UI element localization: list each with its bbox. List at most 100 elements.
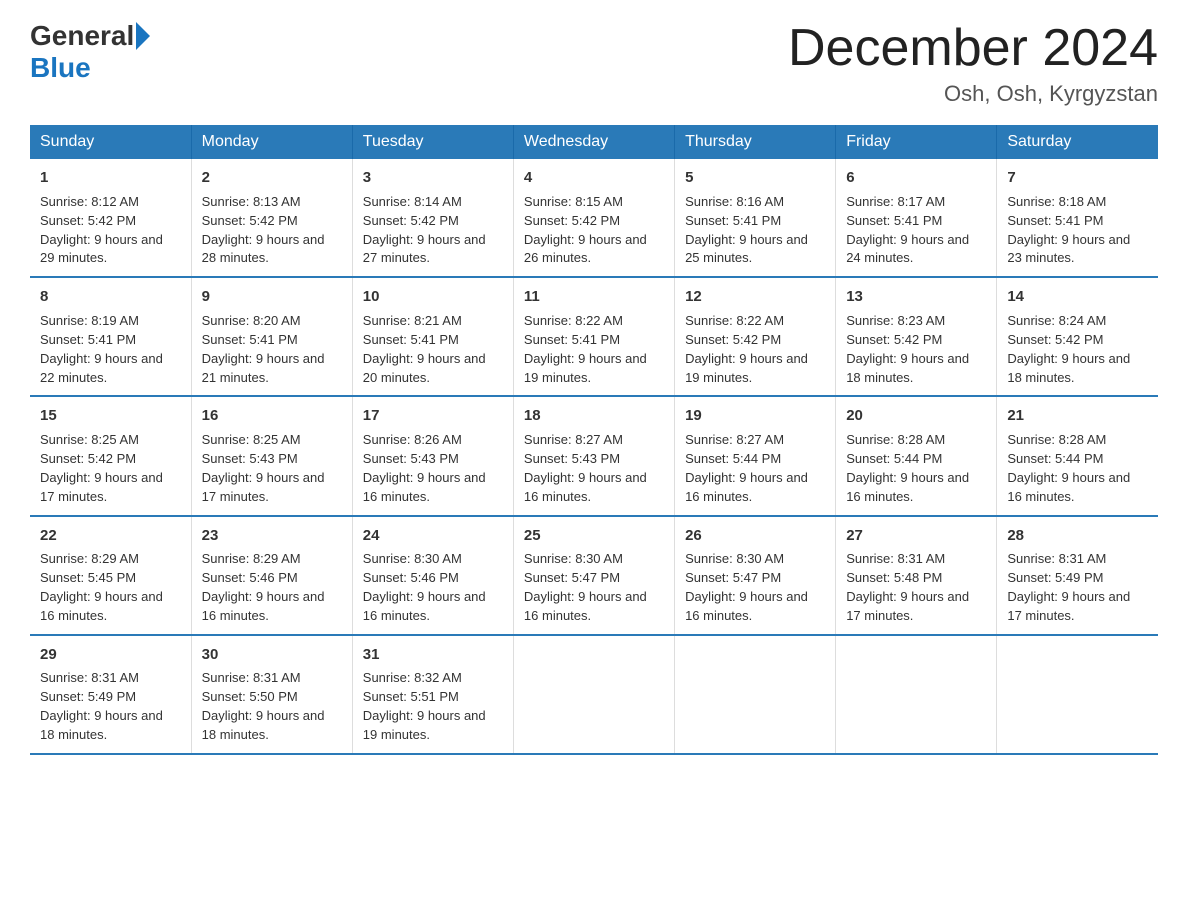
- sunrise-text: Sunrise: 8:22 AM: [524, 313, 623, 328]
- sunrise-text: Sunrise: 8:26 AM: [363, 432, 462, 447]
- col-saturday: Saturday: [997, 125, 1158, 159]
- daylight-text: Daylight: 9 hours and 16 minutes.: [1007, 470, 1130, 504]
- table-row: 14Sunrise: 8:24 AMSunset: 5:42 PMDayligh…: [997, 277, 1158, 396]
- table-row: 19Sunrise: 8:27 AMSunset: 5:44 PMDayligh…: [675, 396, 836, 515]
- table-row: 16Sunrise: 8:25 AMSunset: 5:43 PMDayligh…: [191, 396, 352, 515]
- day-number: 8: [40, 286, 181, 308]
- sunset-text: Sunset: 5:43 PM: [202, 451, 298, 466]
- day-number: 22: [40, 525, 181, 547]
- daylight-text: Daylight: 9 hours and 22 minutes.: [40, 351, 163, 385]
- sunset-text: Sunset: 5:42 PM: [846, 332, 942, 347]
- table-row: 4Sunrise: 8:15 AMSunset: 5:42 PMDaylight…: [513, 159, 674, 277]
- sunset-text: Sunset: 5:46 PM: [202, 570, 298, 585]
- sunrise-text: Sunrise: 8:20 AM: [202, 313, 301, 328]
- calendar-week-row: 8 Sunrise: 8:19 AM Sunset: 5:41 PM Daylight…: [30, 277, 1158, 396]
- daylight-text: Daylight: 9 hours and 18 minutes.: [846, 351, 969, 385]
- sunset-text: Sunset: 5:47 PM: [685, 570, 781, 585]
- sunrise-text: Sunrise: 8:23 AM: [846, 313, 945, 328]
- sunrise-text: Sunrise: 8:22 AM: [685, 313, 784, 328]
- table-row: 6Sunrise: 8:17 AMSunset: 5:41 PMDaylight…: [836, 159, 997, 277]
- calendar-table: Sunday Monday Tuesday Wednesday Thursday…: [30, 125, 1158, 755]
- daylight-text: Daylight: 9 hours and 19 minutes.: [524, 351, 647, 385]
- sunset-text: Sunset: 5:46 PM: [363, 570, 459, 585]
- location-subtitle: Osh, Osh, Kyrgyzstan: [788, 81, 1158, 107]
- sunrise-text: Sunrise: 8:13 AM: [202, 194, 301, 209]
- table-row: 21Sunrise: 8:28 AMSunset: 5:44 PMDayligh…: [997, 396, 1158, 515]
- daylight-text: Daylight: 9 hours and 17 minutes.: [1007, 589, 1130, 623]
- sunrise-text: Sunrise: 8:27 AM: [524, 432, 623, 447]
- calendar-header-row: Sunday Monday Tuesday Wednesday Thursday…: [30, 125, 1158, 159]
- sunrise-text: Sunrise: 8:25 AM: [40, 432, 139, 447]
- table-row: 11Sunrise: 8:22 AMSunset: 5:41 PMDayligh…: [513, 277, 674, 396]
- daylight-text: Daylight: 9 hours and 21 minutes.: [202, 351, 325, 385]
- table-row: 26Sunrise: 8:30 AMSunset: 5:47 PMDayligh…: [675, 516, 836, 635]
- sunset-text: Sunset: 5:42 PM: [40, 451, 136, 466]
- daylight-text: Daylight: 9 hours and 18 minutes.: [202, 708, 325, 742]
- sunset-text: Sunset: 5:41 PM: [846, 213, 942, 228]
- day-number: 13: [846, 286, 986, 308]
- sunset-text: Sunset: 5:51 PM: [363, 689, 459, 704]
- sunrise-text: Sunrise: 8:21 AM: [363, 313, 462, 328]
- table-row: 31 Sunrise: 8:32 AM Sunset: 5:51 PM Dayligh…: [352, 635, 513, 754]
- day-number: 24: [363, 525, 503, 547]
- sunrise-text: Sunrise: 8:12 AM: [40, 194, 139, 209]
- daylight-text: Daylight: 9 hours and 16 minutes.: [524, 589, 647, 623]
- sunrise-text: Sunrise: 8:27 AM: [685, 432, 784, 447]
- table-row: 12Sunrise: 8:22 AMSunset: 5:42 PMDayligh…: [675, 277, 836, 396]
- sunset-text: Sunset: 5:48 PM: [846, 570, 942, 585]
- daylight-text: Daylight: 9 hours and 19 minutes.: [685, 351, 808, 385]
- sunrise-text: Sunrise: 8:31 AM: [202, 670, 301, 685]
- day-number: 2: [202, 167, 342, 189]
- day-number: 23: [202, 525, 342, 547]
- sunrise-text: Sunrise: 8:28 AM: [1007, 432, 1106, 447]
- calendar-week-row: 22 Sunrise: 8:29 AM Sunset: 5:45 PM Dayligh…: [30, 516, 1158, 635]
- daylight-text: Daylight: 9 hours and 16 minutes.: [685, 589, 808, 623]
- sunrise-text: Sunrise: 8:31 AM: [40, 670, 139, 685]
- day-number: 26: [685, 525, 825, 547]
- sunrise-text: Sunrise: 8:24 AM: [1007, 313, 1106, 328]
- daylight-text: Daylight: 9 hours and 16 minutes.: [363, 589, 486, 623]
- daylight-text: Daylight: 9 hours and 23 minutes.: [1007, 232, 1130, 266]
- sunrise-text: Sunrise: 8:17 AM: [846, 194, 945, 209]
- table-row: 8 Sunrise: 8:19 AM Sunset: 5:41 PM Daylight…: [30, 277, 191, 396]
- daylight-text: Daylight: 9 hours and 29 minutes.: [40, 232, 163, 266]
- day-number: 28: [1007, 525, 1148, 547]
- sunset-text: Sunset: 5:41 PM: [202, 332, 298, 347]
- day-number: 6: [846, 167, 986, 189]
- table-row: 15Sunrise: 8:25 AMSunset: 5:42 PMDayligh…: [30, 396, 191, 515]
- calendar-week-row: 1Sunrise: 8:12 AMSunset: 5:42 PMDaylight…: [30, 159, 1158, 277]
- logo-arrow-icon: [136, 22, 150, 50]
- sunset-text: Sunset: 5:41 PM: [40, 332, 136, 347]
- table-row: 10Sunrise: 8:21 AMSunset: 5:41 PMDayligh…: [352, 277, 513, 396]
- sunset-text: Sunset: 5:45 PM: [40, 570, 136, 585]
- table-row: 30Sunrise: 8:31 AMSunset: 5:50 PMDayligh…: [191, 635, 352, 754]
- calendar-week-row: 15Sunrise: 8:25 AMSunset: 5:42 PMDayligh…: [30, 396, 1158, 515]
- sunrise-text: Sunrise: 8:29 AM: [40, 551, 139, 566]
- day-number: 14: [1007, 286, 1148, 308]
- day-number: 4: [524, 167, 664, 189]
- sunrise-text: Sunrise: 8:19 AM: [40, 313, 139, 328]
- table-row: 5Sunrise: 8:16 AMSunset: 5:41 PMDaylight…: [675, 159, 836, 277]
- sunset-text: Sunset: 5:44 PM: [685, 451, 781, 466]
- sunrise-text: Sunrise: 8:14 AM: [363, 194, 462, 209]
- title-block: December 2024 Osh, Osh, Kyrgyzstan: [788, 20, 1158, 107]
- daylight-text: Daylight: 9 hours and 26 minutes.: [524, 232, 647, 266]
- table-row: 27Sunrise: 8:31 AMSunset: 5:48 PMDayligh…: [836, 516, 997, 635]
- sunset-text: Sunset: 5:44 PM: [846, 451, 942, 466]
- daylight-text: Daylight: 9 hours and 18 minutes.: [1007, 351, 1130, 385]
- daylight-text: Daylight: 9 hours and 16 minutes.: [524, 470, 647, 504]
- sunset-text: Sunset: 5:42 PM: [40, 213, 136, 228]
- sunrise-text: Sunrise: 8:28 AM: [846, 432, 945, 447]
- logo: General Blue: [30, 20, 152, 84]
- sunset-text: Sunset: 5:42 PM: [202, 213, 298, 228]
- table-row: 24Sunrise: 8:30 AMSunset: 5:46 PMDayligh…: [352, 516, 513, 635]
- day-number: 7: [1007, 167, 1148, 189]
- logo-general-text: General: [30, 20, 134, 52]
- day-number: 20: [846, 405, 986, 427]
- day-number: 31: [363, 644, 503, 666]
- col-sunday: Sunday: [30, 125, 191, 159]
- table-row: 20Sunrise: 8:28 AMSunset: 5:44 PMDayligh…: [836, 396, 997, 515]
- sunrise-text: Sunrise: 8:32 AM: [363, 670, 462, 685]
- daylight-text: Daylight: 9 hours and 19 minutes.: [363, 708, 486, 742]
- daylight-text: Daylight: 9 hours and 18 minutes.: [40, 708, 163, 742]
